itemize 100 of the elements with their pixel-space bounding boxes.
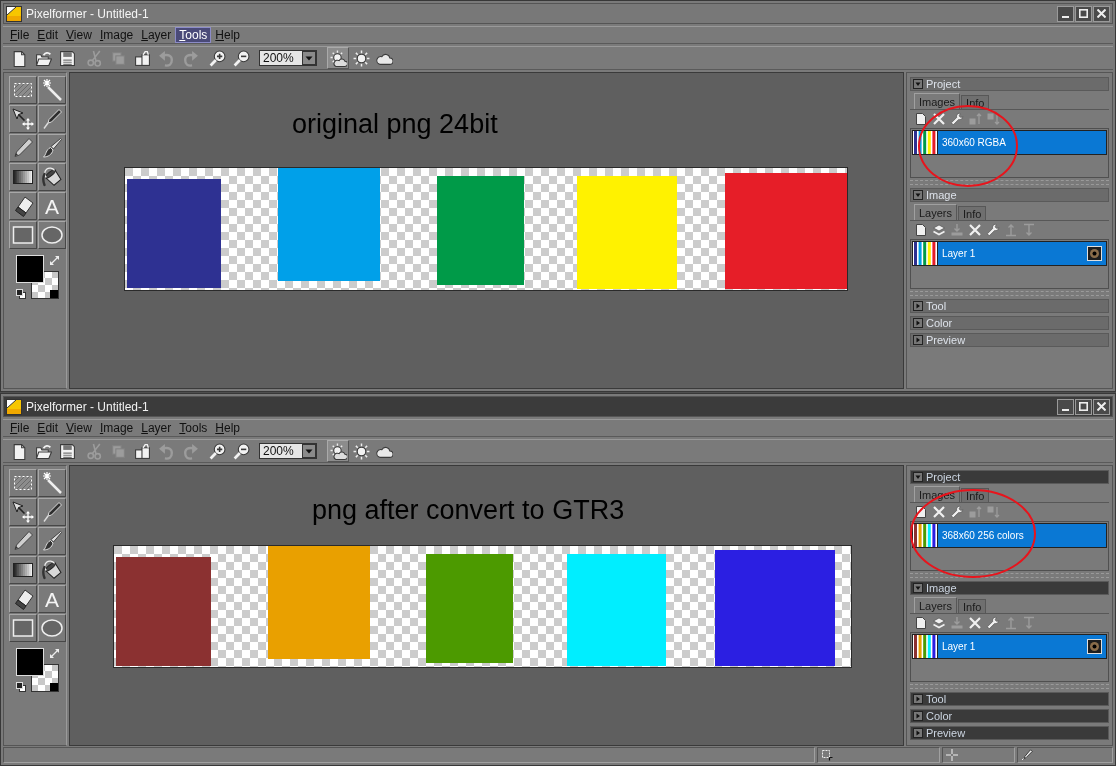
panel-header[interactable]: Preview — [910, 333, 1109, 347]
tool-button[interactable] — [9, 527, 37, 555]
zoom-in-icon[interactable] — [209, 49, 226, 67]
minimize-button[interactable] — [1057, 5, 1074, 22]
wrench-icon[interactable] — [950, 112, 964, 126]
tool-button[interactable] — [9, 221, 37, 249]
tool-button[interactable] — [38, 105, 66, 133]
view-mode-button[interactable] — [327, 47, 349, 69]
tool-button[interactable] — [9, 105, 37, 133]
zoom-in-icon[interactable] — [209, 442, 226, 460]
menu-item[interactable]: View — [62, 420, 96, 436]
panel-header[interactable]: Color — [910, 316, 1109, 330]
panel-header[interactable]: Image — [910, 581, 1109, 595]
tool-button[interactable] — [9, 585, 37, 613]
new-document-icon[interactable] — [11, 442, 28, 460]
zoom-out-icon[interactable] — [233, 49, 250, 67]
rectangle-icon — [11, 223, 35, 247]
tool-button[interactable] — [38, 469, 66, 497]
image-list-item[interactable]: 368x60 256 colors — [912, 523, 1107, 548]
new-page-icon[interactable] — [914, 616, 928, 630]
delete-icon[interactable] — [968, 223, 982, 237]
save-icon[interactable] — [59, 49, 76, 67]
tool-button[interactable] — [38, 163, 66, 191]
tool-button[interactable] — [38, 556, 66, 584]
menu-item[interactable]: File — [6, 420, 34, 436]
panel-tab[interactable]: Images — [914, 93, 961, 109]
tool-button[interactable] — [38, 76, 66, 104]
panel-header[interactable]: Image — [910, 188, 1109, 202]
menu-item[interactable]: Image — [95, 27, 138, 43]
open-folder-icon[interactable] — [35, 442, 52, 460]
panel-tab[interactable]: Layers — [914, 204, 958, 220]
zoom-out-icon[interactable] — [233, 442, 250, 460]
paste-icon[interactable] — [134, 442, 151, 460]
tool-button[interactable] — [9, 192, 37, 220]
tool-button[interactable] — [38, 614, 66, 642]
panel-tab[interactable]: Layers — [914, 597, 958, 613]
new-document-icon[interactable] — [11, 49, 28, 67]
new-page-icon[interactable] — [914, 223, 928, 237]
menu-item[interactable]: Help — [211, 420, 244, 436]
wrench-icon[interactable] — [986, 616, 1000, 630]
menu-item[interactable]: Layer — [137, 420, 176, 436]
menu-item[interactable]: Layer — [137, 27, 176, 43]
layer-list-item[interactable]: Layer 1 — [912, 634, 1107, 659]
menu-item[interactable]: Image — [95, 420, 138, 436]
caret-icon — [302, 444, 316, 458]
zoom-combobox[interactable]: 200% — [259, 50, 317, 66]
panel-header[interactable]: Tool — [910, 299, 1109, 313]
ellipse-icon — [40, 223, 64, 247]
new-page-icon[interactable] — [914, 505, 928, 519]
close-button[interactable] — [1093, 398, 1110, 415]
tool-button[interactable] — [9, 76, 37, 104]
image-list-item[interactable]: 360x60 RGBA — [912, 130, 1107, 155]
close-button[interactable] — [1093, 5, 1110, 22]
eye-icon[interactable] — [1087, 639, 1102, 654]
new-page-icon[interactable] — [914, 112, 928, 126]
tool-button[interactable] — [9, 163, 37, 191]
wrench-icon[interactable] — [986, 223, 1000, 237]
thumbnail-icon — [913, 635, 938, 658]
save-icon[interactable] — [59, 442, 76, 460]
minimize-button[interactable] — [1057, 398, 1074, 415]
tool-button[interactable] — [9, 134, 37, 162]
menu-item[interactable]: Edit — [33, 420, 63, 436]
tool-button[interactable] — [38, 498, 66, 526]
view-mode-button[interactable] — [327, 440, 349, 462]
tool-button[interactable] — [38, 134, 66, 162]
open-folder-icon[interactable] — [35, 49, 52, 67]
tool-button[interactable] — [38, 527, 66, 555]
layers-stack-icon[interactable] — [932, 223, 946, 237]
menu-item[interactable]: Tools — [175, 420, 212, 436]
delete-icon[interactable] — [932, 505, 946, 519]
menu-item[interactable]: View — [62, 27, 96, 43]
menu-item[interactable]: Help — [211, 27, 244, 43]
text-tool-button[interactable]: A — [38, 585, 66, 613]
tool-button[interactable] — [38, 221, 66, 249]
maximize-button[interactable] — [1075, 5, 1092, 22]
menu-item[interactable]: Tools — [175, 27, 212, 43]
menu-item[interactable]: Edit — [33, 27, 63, 43]
menu-item[interactable]: File — [6, 27, 34, 43]
panel-header[interactable]: Color — [910, 709, 1109, 723]
paste-icon[interactable] — [134, 49, 151, 67]
panel-tab[interactable]: Info — [958, 599, 987, 613]
panel-header[interactable]: Preview — [910, 726, 1109, 740]
layer-list-item[interactable]: Layer 1 — [912, 241, 1107, 266]
panel-header[interactable]: Tool — [910, 692, 1109, 706]
delete-icon[interactable] — [932, 112, 946, 126]
wrench-icon[interactable] — [950, 505, 964, 519]
text-tool-button[interactable]: A — [38, 192, 66, 220]
maximize-button[interactable] — [1075, 398, 1092, 415]
panel-header[interactable]: Project — [910, 470, 1109, 484]
tool-button[interactable] — [9, 614, 37, 642]
panel-header[interactable]: Project — [910, 77, 1109, 91]
delete-icon[interactable] — [968, 616, 982, 630]
layers-stack-icon[interactable] — [932, 616, 946, 630]
zoom-combobox[interactable]: 200% — [259, 443, 317, 459]
rectangle-icon — [11, 616, 35, 640]
tool-button[interactable] — [9, 469, 37, 497]
eye-icon[interactable] — [1087, 246, 1102, 261]
panel-tab[interactable]: Info — [958, 206, 987, 220]
tool-button[interactable] — [9, 556, 37, 584]
tool-button[interactable] — [9, 498, 37, 526]
